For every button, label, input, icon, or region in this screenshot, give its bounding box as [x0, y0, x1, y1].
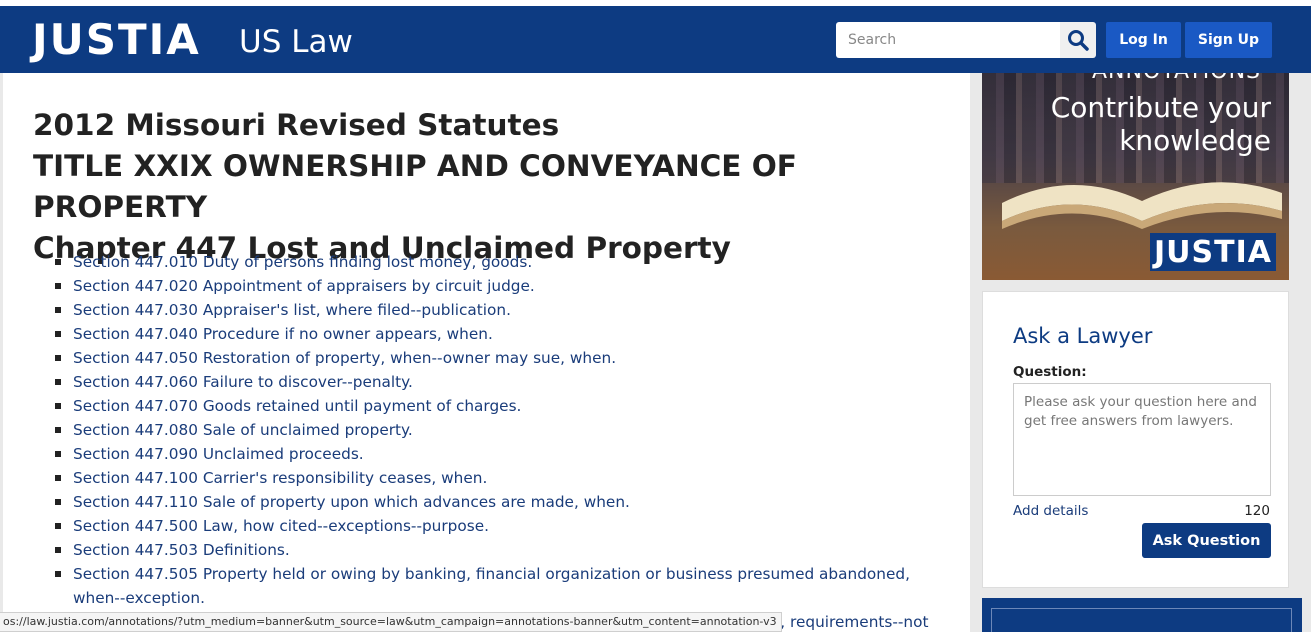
promo-box-border [991, 608, 1292, 635]
section-link[interactable]: Section 447.020 Appointment of appraiser… [73, 277, 535, 295]
list-item: Section 447.040 Procedure if no owner ap… [53, 322, 953, 346]
section-link[interactable]: Section 447.505 Property held or owing b… [73, 565, 910, 607]
page-title: 2012 Missouri Revised Statutes TITLE XXI… [33, 105, 953, 269]
section-link[interactable]: Section 447.100 Carrier's responsibility… [73, 469, 487, 487]
ad-justia-logo: JUSTIA [1150, 233, 1276, 271]
list-item: Section 447.050 Restoration of property,… [53, 346, 953, 370]
open-book-image [1002, 182, 1282, 229]
add-details-link[interactable]: Add details [1013, 503, 1088, 519]
us-law-label[interactable]: US Law [239, 25, 353, 59]
section-link[interactable]: Section 447.090 Unclaimed proceeds. [73, 445, 364, 463]
login-button[interactable]: Log In [1106, 22, 1181, 58]
ad-tagline-line2: knowledge [1119, 124, 1271, 157]
question-label: Question: [1013, 364, 1087, 380]
ask-question-button[interactable]: Ask Question [1142, 523, 1271, 558]
section-link[interactable]: Section 447.503 Definitions. [73, 541, 290, 559]
section-link[interactable]: Section 447.010 Duty of persons finding … [73, 253, 532, 271]
section-link[interactable]: Section 447.080 Sale of unclaimed proper… [73, 421, 413, 439]
site-header: JUSTIA US Law Log In Sign Up [0, 6, 1311, 73]
list-item: Section 447.500 Law, how cited--exceptio… [53, 514, 953, 538]
sections-list: Section 447.010 Duty of persons finding … [53, 250, 953, 610]
list-item: Section 447.110 Sale of property upon wh… [53, 490, 953, 514]
section-link[interactable]: Section 447.040 Procedure if no owner ap… [73, 325, 493, 343]
list-item: Section 447.090 Unclaimed proceeds. [53, 442, 953, 466]
search-input[interactable] [836, 22, 1060, 58]
list-item: Section 447.030 Appraiser's list, where … [53, 298, 953, 322]
question-textarea[interactable] [1013, 383, 1271, 496]
section-link[interactable]: Section 447.050 Restoration of property,… [73, 349, 616, 367]
list-item: Section 447.100 Carrier's responsibility… [53, 466, 953, 490]
section-link[interactable]: Section 447.060 Failure to discover--pen… [73, 373, 413, 391]
list-item: Section 447.080 Sale of unclaimed proper… [53, 418, 953, 442]
sidebar-promo-box [982, 598, 1302, 635]
section-link[interactable]: Section 447.110 Sale of property upon wh… [73, 493, 630, 511]
ad-tagline-line1: Contribute your [1050, 91, 1271, 124]
ask-lawyer-widget: Ask a Lawyer Question: Add details 120 A… [982, 291, 1289, 588]
section-link[interactable]: Section 447.030 Appraiser's list, where … [73, 301, 511, 319]
list-item: Section 447.010 Duty of persons finding … [53, 250, 953, 274]
title-line-title: TITLE XXIX OWNERSHIP AND CONVEYANCE OF P… [33, 149, 797, 224]
character-count: 120 [1244, 503, 1270, 519]
list-item: Section 447.503 Definitions. [53, 538, 953, 562]
justia-logo[interactable]: JUSTIA [32, 19, 201, 61]
section-link[interactable]: Section 447.500 Law, how cited--exceptio… [73, 517, 489, 535]
ask-lawyer-title: Ask a Lawyer [1013, 324, 1153, 348]
list-item: Section 447.060 Failure to discover--pen… [53, 370, 953, 394]
status-bar-url: os://law.justia.com/annotations/?utm_med… [0, 612, 782, 632]
list-item: Section 447.020 Appointment of appraiser… [53, 274, 953, 298]
list-item: Section 447.070 Goods retained until pay… [53, 394, 953, 418]
signup-button[interactable]: Sign Up [1185, 22, 1272, 58]
list-item: Section 447.505 Property held or owing b… [53, 562, 953, 610]
section-link[interactable]: Section 447.070 Goods retained until pay… [73, 397, 521, 415]
search-icon [1068, 30, 1089, 51]
title-line-year: 2012 Missouri Revised Statutes [33, 108, 560, 142]
ad-tagline: Contribute your knowledge [1051, 91, 1271, 157]
main-content: 2012 Missouri Revised Statutes TITLE XXI… [3, 73, 970, 635]
annotations-ad-banner[interactable]: ANNOTATIONS Contribute your knowledge JU… [982, 73, 1289, 280]
search-button[interactable] [1060, 22, 1096, 58]
ad-heading: ANNOTATIONS [1092, 73, 1261, 84]
